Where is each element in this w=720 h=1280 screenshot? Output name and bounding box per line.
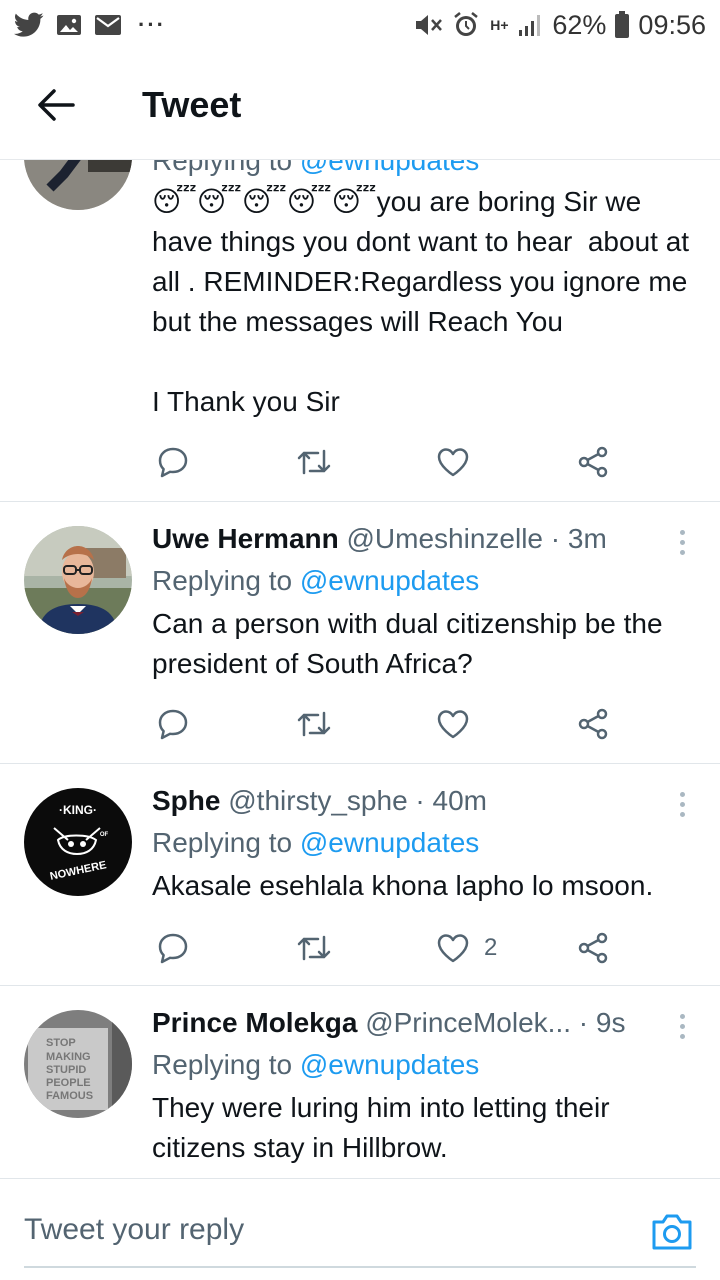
tweet-header: Prince Molekga @PrinceMolek... · 9s	[152, 1002, 696, 1044]
retweet-icon	[297, 711, 331, 737]
tweet-text: They were luring him into letting their …	[152, 1092, 618, 1163]
reply-handle-link[interactable]: @ewnupdates	[300, 160, 479, 176]
share-button[interactable]	[576, 440, 610, 484]
retweet-button[interactable]	[296, 702, 332, 746]
replying-to-label: Replying to	[152, 565, 300, 596]
tweet-actions	[152, 440, 622, 484]
like-button[interactable]: 2	[436, 926, 497, 970]
tweet[interactable]: Replying to @ewnupdates 😴😴😴😴😴you are bor…	[0, 160, 720, 502]
alarm-icon	[452, 11, 480, 39]
replying-to-label: Replying to	[152, 827, 300, 858]
heart-icon	[437, 934, 469, 963]
more-options-button[interactable]	[672, 784, 692, 824]
tweet-actions: 2	[152, 926, 622, 970]
like-count: 2	[484, 934, 498, 961]
share-button[interactable]	[576, 702, 610, 746]
share-icon	[578, 446, 608, 478]
comment-icon	[158, 709, 188, 740]
replying-to-line: Replying to @ewnupdates	[152, 1044, 696, 1086]
share-icon	[578, 932, 608, 964]
tweet-time: · 40m	[415, 785, 487, 816]
reply-input-underline	[24, 1266, 696, 1268]
replying-to-label: Replying to	[152, 160, 300, 176]
mute-icon	[414, 12, 444, 38]
avatar[interactable]: STOP MAKING STUPID PEOPLE FAMOUS	[24, 1010, 132, 1118]
tweet-actions	[152, 702, 622, 746]
gallery-icon	[56, 13, 82, 37]
replying-to-line: Replying to @ewnupdates	[152, 822, 696, 864]
reply-button[interactable]	[156, 440, 190, 484]
sleeping-emoji: 😴😴😴😴😴	[152, 186, 377, 217]
signal-icon	[518, 12, 544, 38]
network-type-icon: H+	[490, 16, 509, 33]
avatar[interactable]: ·KING· OF NOWHERE	[24, 788, 132, 896]
back-button[interactable]	[26, 75, 86, 135]
tweet-text: Akasale esehlala khona lapho lo msoon.	[152, 870, 654, 901]
app-header: Tweet	[0, 50, 720, 160]
tweet[interactable]: STOP MAKING STUPID PEOPLE FAMOUS Prince …	[0, 986, 720, 1178]
reply-feed[interactable]: Replying to @ewnupdates 😴😴😴😴😴you are bor…	[0, 160, 720, 1178]
reply-button[interactable]	[156, 702, 190, 746]
clock: 09:56	[638, 9, 706, 40]
retweet-icon	[297, 449, 331, 475]
comment-icon	[158, 447, 188, 478]
share-icon	[578, 708, 608, 740]
mail-icon	[94, 13, 122, 37]
page-title: Tweet	[142, 83, 242, 125]
avatar-text-king: ·KING·	[59, 803, 97, 817]
avatar[interactable]	[24, 526, 132, 634]
retweet-button[interactable]	[296, 440, 332, 484]
reply-handle-link[interactable]: @ewnupdates	[300, 1049, 479, 1080]
reply-handle-link[interactable]: @ewnupdates	[300, 565, 479, 596]
twitter-icon	[14, 12, 44, 38]
retweet-icon	[297, 935, 331, 961]
tweet-text-body: you are boring Sir we have things you do…	[152, 186, 690, 417]
tweet-header: Uwe Hermann @Umeshinzelle · 3m	[152, 518, 696, 560]
share-button[interactable]	[576, 926, 610, 970]
replying-to-label: Replying to	[152, 1049, 300, 1080]
battery-icon	[614, 11, 630, 39]
tweet-header: Sphe @thirsty_sphe · 40m	[152, 780, 696, 822]
reply-input[interactable]: Tweet your reply	[24, 1213, 244, 1247]
tweet-time: · 3m	[550, 523, 607, 554]
user-handle[interactable]: @Umeshinzelle	[347, 523, 544, 554]
reply-button[interactable]	[156, 926, 190, 970]
comment-icon	[158, 933, 188, 964]
retweet-button[interactable]	[296, 926, 332, 970]
battery-percent: 62%	[552, 9, 607, 40]
more-options-button[interactable]	[672, 1006, 692, 1046]
tweet-text: 😴😴😴😴😴you are boring Sir we have things y…	[152, 182, 696, 422]
heart-icon	[437, 448, 469, 477]
status-bar: ··· H+ 62% 09:56	[0, 0, 720, 50]
heart-icon	[437, 710, 469, 739]
user-handle[interactable]: @PrinceMolek...	[365, 1007, 571, 1038]
user-name[interactable]: Prince Molekga	[152, 1007, 357, 1038]
tweet[interactable]: ·KING· OF NOWHERE Sphe @thirsty_sphe · 4…	[0, 764, 720, 986]
user-name[interactable]: Uwe Hermann	[152, 523, 339, 554]
user-name[interactable]: Sphe	[152, 785, 220, 816]
tweet[interactable]: Uwe Hermann @Umeshinzelle · 3m Replying …	[0, 502, 720, 764]
more-notifications-icon: ···	[138, 12, 166, 37]
user-handle[interactable]: @thirsty_sphe	[228, 785, 407, 816]
reply-composer: Tweet your reply	[0, 1178, 720, 1280]
replying-to-line: Replying to @ewnupdates	[152, 160, 696, 182]
tweet-time: · 9s	[578, 1007, 626, 1038]
replying-to-line: Replying to @ewnupdates	[152, 560, 696, 602]
like-button[interactable]	[436, 702, 470, 746]
more-options-button[interactable]	[672, 522, 692, 562]
avatar[interactable]	[24, 160, 132, 210]
reply-handle-link[interactable]: @ewnupdates	[300, 827, 479, 858]
arrow-left-icon	[38, 88, 75, 121]
camera-icon	[652, 1214, 692, 1250]
avatar-text-of: OF	[100, 832, 109, 838]
tweet-text: Can a person with dual citizenship be th…	[152, 608, 671, 679]
camera-button[interactable]	[650, 1209, 694, 1253]
like-button[interactable]	[436, 440, 470, 484]
